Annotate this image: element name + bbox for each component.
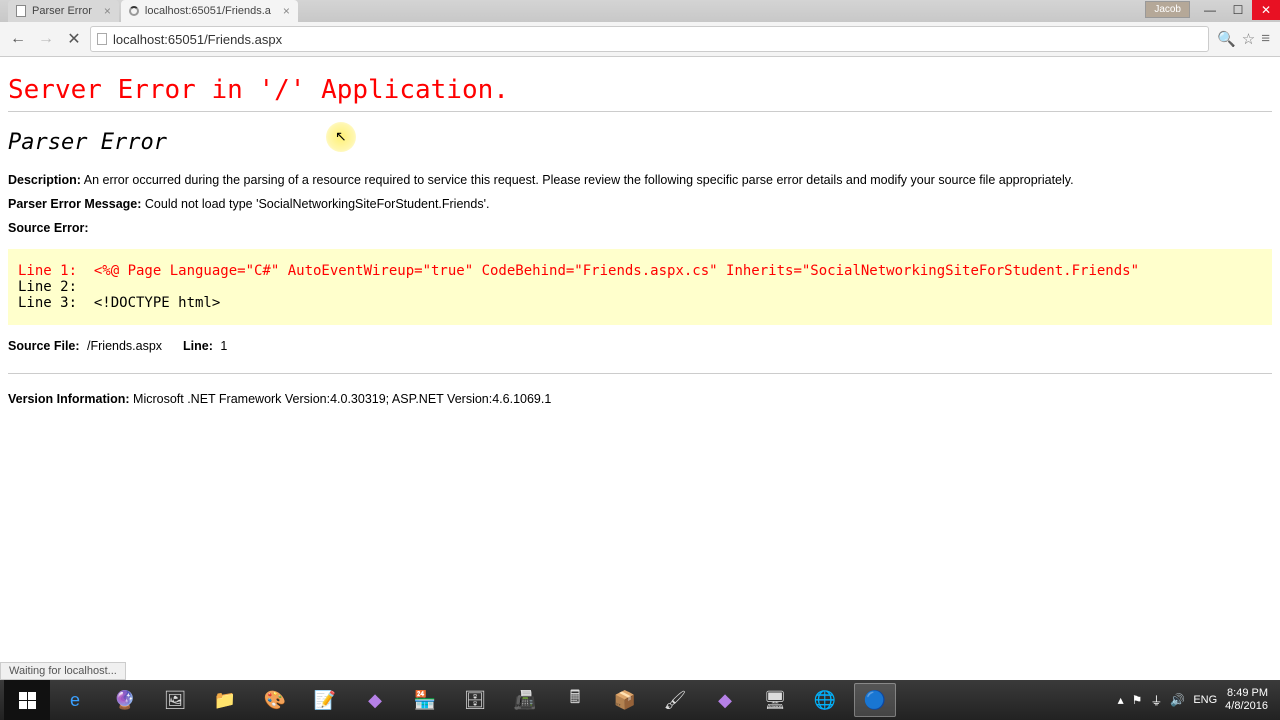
parser-message-line: Parser Error Message: Could not load typ… [8, 197, 1272, 211]
system-tray[interactable]: ▴ ⚑ ⏚ 🔊 ENG 8:49 PM 4/8/2016 [1118, 687, 1276, 712]
source-file-value: /Friends.aspx [87, 339, 162, 353]
divider [8, 373, 1272, 374]
user-badge[interactable]: Jacob [1145, 1, 1190, 18]
tray-clock[interactable]: 8:49 PM 4/8/2016 [1225, 687, 1268, 712]
page-icon [97, 33, 107, 45]
file-icon [16, 5, 26, 17]
tab-close-icon[interactable]: × [104, 4, 111, 18]
tray-date: 4/8/2016 [1225, 700, 1268, 713]
taskbar-app-icon[interactable]: 🔮 [104, 683, 146, 717]
taskbar-app-icon[interactable]: 🏪 [404, 683, 446, 717]
tab-parser-error[interactable]: Parser Error × [8, 0, 119, 22]
source-file-line: Source File: /Friends.aspx Line: 1 [8, 339, 1272, 353]
taskbar-chrome-icon[interactable]: 🔵 [854, 683, 896, 717]
window-controls: — ☐ ✕ [1196, 0, 1280, 20]
version-label: Version Information: [8, 392, 130, 406]
navigation-toolbar: ← → ✕ localhost:65051/Friends.aspx 🔍 ☆ ≡ [0, 22, 1280, 56]
page-subtitle: Parser Error [8, 130, 1272, 155]
taskbar-app-icon[interactable]: 📠 [504, 683, 546, 717]
taskbar-app-icon[interactable]: 🖥 [754, 683, 796, 717]
maximize-button[interactable]: ☐ [1224, 0, 1252, 20]
close-window-button[interactable]: ✕ [1252, 0, 1280, 20]
menu-icon[interactable]: ≡ [1261, 30, 1270, 48]
description-line: Description: An error occurred during th… [8, 173, 1272, 187]
loading-spinner-icon [129, 6, 139, 16]
tray-network-icon[interactable]: ⏚ [1150, 692, 1162, 709]
tray-language[interactable]: ENG [1193, 694, 1217, 706]
parser-message-text: Could not load type 'SocialNetworkingSit… [145, 197, 490, 211]
tray-volume-icon[interactable]: 🔊 [1170, 693, 1185, 707]
source-file-label: Source File: [8, 339, 80, 353]
url-text: localhost:65051/Friends.aspx [113, 32, 282, 47]
tab-close-icon[interactable]: × [283, 4, 290, 18]
taskbar-app-icon[interactable]: 🎨 [254, 683, 296, 717]
browser-chrome: Parser Error × localhost:65051/Friends.a… [0, 0, 1280, 57]
zoom-icon[interactable]: 🔍 [1217, 30, 1236, 48]
tab-label: Parser Error [32, 5, 92, 17]
description-text: An error occurred during the parsing of … [84, 173, 1074, 187]
taskbar-app-icon[interactable]: 📝 [304, 683, 346, 717]
source-error-code: Line 1: <%@ Page Language="C#" AutoEvent… [8, 249, 1272, 325]
taskbar-visual-studio-icon[interactable]: ◆ [704, 683, 746, 717]
bookmark-star-icon[interactable]: ☆ [1242, 30, 1255, 48]
back-button[interactable]: ← [6, 27, 30, 51]
code-line-3: Line 3: <!DOCTYPE html> [18, 295, 220, 311]
source-error-label: Source Error: [8, 221, 1272, 235]
tray-time: 8:49 PM [1227, 687, 1268, 700]
code-line-1: Line 1: <%@ Page Language="C#" AutoEvent… [18, 263, 1139, 279]
line-label: Line: [183, 339, 213, 353]
tab-strip: Parser Error × localhost:65051/Friends.a… [0, 0, 1280, 22]
minimize-button[interactable]: — [1196, 0, 1224, 20]
parser-message-label: Parser Error Message: [8, 197, 141, 211]
page-title: Server Error in '/' Application. [8, 75, 1272, 105]
taskbar-paint-icon[interactable]: 🖌 [654, 683, 696, 717]
taskbar-file-explorer-icon[interactable]: 📁 [204, 683, 246, 717]
tab-label: localhost:65051/Friends.a [145, 5, 271, 17]
browser-status-text: Waiting for localhost... [0, 662, 126, 680]
address-bar[interactable]: localhost:65051/Friends.aspx [90, 26, 1209, 52]
taskbar: e 🔮 🖼 📁 🎨 📝 ◆ 🏪 🗄 📠 🖩 📦 🖌 ◆ 🖥 🌐 🔵 ▴ ⚑ ⏚ … [0, 680, 1280, 720]
taskbar-calculator-icon[interactable]: 🖩 [554, 683, 596, 717]
tab-localhost-friends[interactable]: localhost:65051/Friends.a × [121, 0, 298, 22]
code-line-2: Line 2: [18, 279, 94, 295]
forward-button[interactable]: → [34, 27, 58, 51]
tray-chevron-up-icon[interactable]: ▴ [1118, 693, 1124, 707]
divider [8, 111, 1272, 112]
taskbar-app-icon[interactable]: 📦 [604, 683, 646, 717]
taskbar-app-icon[interactable]: 🌐 [804, 683, 846, 717]
taskbar-ie-icon[interactable]: e [54, 683, 96, 717]
start-button[interactable] [4, 680, 50, 720]
taskbar-visual-studio-icon[interactable]: ◆ [354, 683, 396, 717]
line-value: 1 [220, 339, 227, 353]
description-label: Description: [8, 173, 81, 187]
version-information: Version Information: Microsoft .NET Fram… [8, 392, 1272, 406]
windows-logo-icon [19, 692, 36, 709]
tray-action-center-icon[interactable]: ⚑ [1132, 693, 1143, 707]
taskbar-app-icon[interactable]: 🗄 [454, 683, 496, 717]
page-content: Server Error in '/' Application. Parser … [0, 57, 1280, 414]
version-text: Microsoft .NET Framework Version:4.0.303… [133, 392, 551, 406]
stop-reload-button[interactable]: ✕ [62, 27, 86, 51]
taskbar-app-icon[interactable]: 🖼 [154, 683, 196, 717]
